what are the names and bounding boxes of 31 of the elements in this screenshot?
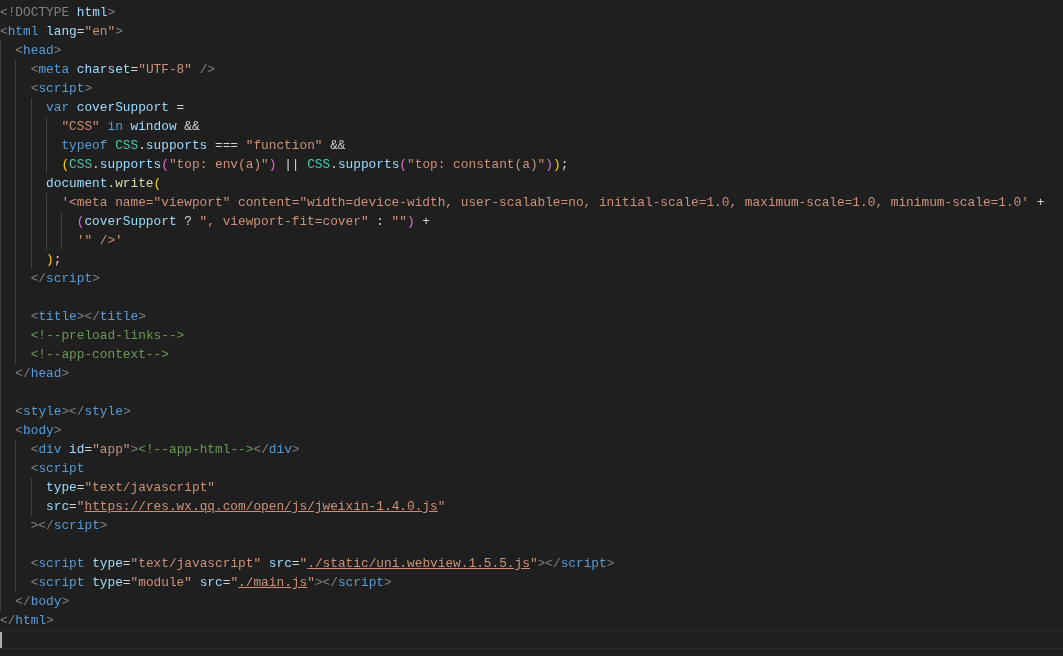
text-cursor bbox=[0, 632, 2, 648]
code-line: <script type="module" src="./main.js"></script> bbox=[30, 574, 392, 592]
code-line: var coverSupport = bbox=[46, 99, 185, 117]
code-line: <script> bbox=[30, 80, 93, 98]
code-line: typeof CSS.supports === "function" && bbox=[61, 137, 346, 155]
code-line: <div id="app"><!--app-html--></div> bbox=[30, 441, 300, 459]
code-line: <meta charset="UTF-8" /> bbox=[30, 61, 216, 79]
code-line: type="text/javascript" bbox=[46, 479, 215, 497]
code-line: </head> bbox=[15, 365, 70, 383]
code-line: </html> bbox=[0, 612, 54, 630]
code-line: <head> bbox=[15, 42, 62, 60]
code-line: <style></style> bbox=[15, 403, 131, 421]
code-line: <title></title> bbox=[30, 308, 146, 326]
code-line: ></script> bbox=[30, 517, 108, 535]
code-line: <script bbox=[30, 460, 85, 478]
code-line: <!--app-context--> bbox=[30, 346, 169, 364]
code-line: <html lang="en"> bbox=[0, 23, 123, 41]
code-line: </body> bbox=[15, 593, 70, 611]
code-line: document.write( bbox=[46, 175, 162, 193]
code-line: <!--preload-links--> bbox=[30, 327, 185, 345]
code-line: <script type="text/javascript" src="./static/uni.webview.1.5.5.js"></script> bbox=[30, 555, 615, 573]
code-line: '" />' bbox=[76, 232, 123, 250]
code-line: (CSS.supports("top: env(a)") || CSS.supports("top: constant(a)")); bbox=[61, 156, 569, 174]
code-line: (coverSupport ? ", viewport-fit=cover" : "") + bbox=[76, 213, 430, 231]
code-line: '<meta name="viewport" content="width=device-width, user-scalable=no, initial-scale=1.0, maximum-scale=1.0, minimum-scale=1.0' + bbox=[61, 194, 1045, 212]
code-line: src="https://res.wx.qq.com/open/js/jweixin-1.4.0.js" bbox=[46, 498, 446, 516]
code-line: <body> bbox=[15, 422, 62, 440]
code-line: <!DOCTYPE html> bbox=[0, 4, 116, 22]
code-line: "CSS" in window && bbox=[61, 118, 200, 136]
code-line: ); bbox=[46, 251, 62, 269]
code-line: </script> bbox=[30, 270, 100, 288]
